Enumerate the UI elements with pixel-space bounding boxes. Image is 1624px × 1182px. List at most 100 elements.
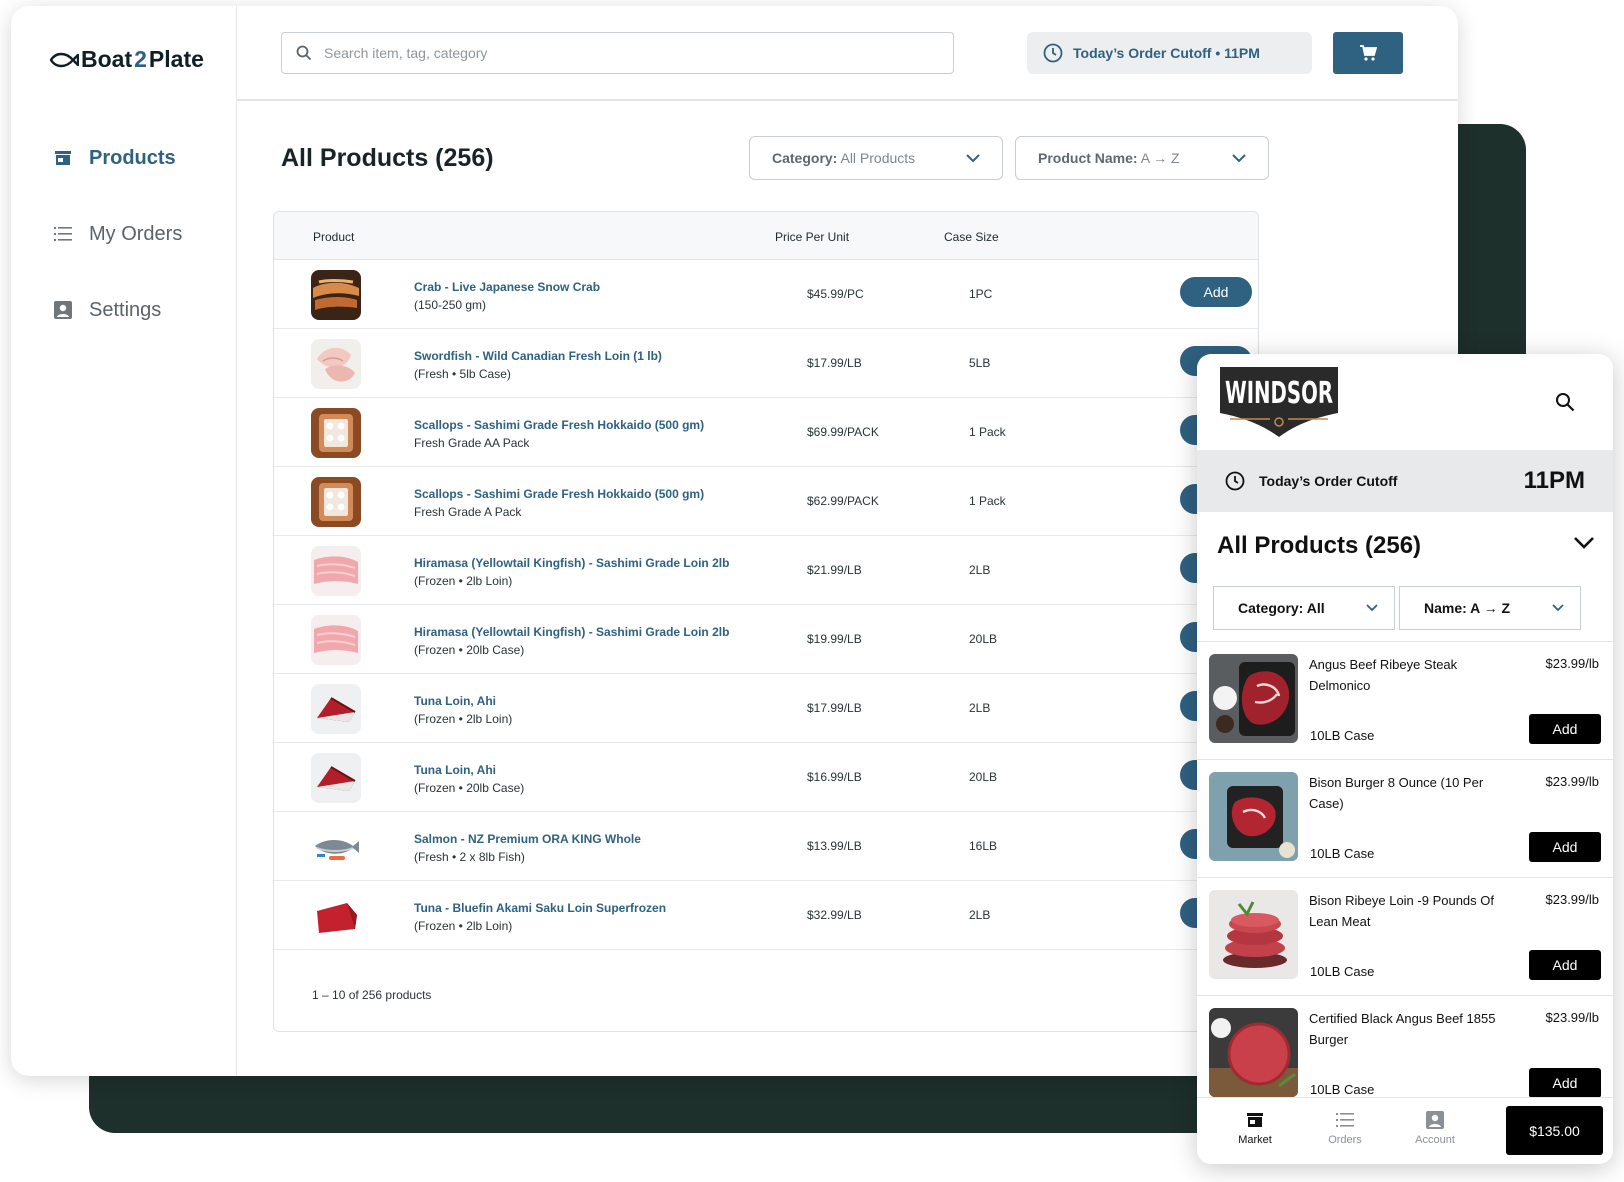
mobile-product-name[interactable]: Bison Ribeye Loin -9 Pounds Of Lean Meat	[1309, 890, 1514, 932]
product-name-link[interactable]: Tuna - Bluefin Akami Saku Loin Superfroz…	[414, 901, 666, 915]
mobile-product-price: $23.99/lb	[1545, 892, 1600, 907]
sidebar-item-label: Products	[89, 146, 176, 169]
mobile-product-price: $23.99/lb	[1545, 774, 1600, 789]
product-thumbnail	[311, 891, 361, 941]
product-subtitle: Fresh Grade AA Pack	[414, 436, 530, 450]
top-header: Today’s Order Cutoff • 11PM	[237, 6, 1458, 101]
mobile-product-case: 10LB Case	[1310, 846, 1375, 861]
category-filter-value: All Products	[840, 150, 916, 166]
product-case-size: 16LB	[969, 839, 998, 853]
product-thumbnail	[311, 753, 361, 803]
list-item: Bison Burger 8 Ounce (10 Per Case) $23.99…	[1197, 759, 1613, 877]
cart-total-button[interactable]: $135.00	[1506, 1106, 1603, 1155]
list-icon	[54, 227, 72, 241]
product-name-link[interactable]: Scallops - Sashimi Grade Fresh Hokkaido …	[414, 418, 704, 432]
logo-text-boat: Boat	[81, 46, 133, 72]
product-name-link[interactable]: Crab - Live Japanese Snow Crab	[414, 280, 600, 294]
product-subtitle: Fresh Grade A Pack	[414, 505, 522, 519]
cart-button[interactable]	[1333, 32, 1403, 74]
clock-icon	[1043, 43, 1063, 63]
fish-logo-icon	[49, 52, 79, 67]
sidebar-item-label: My Orders	[89, 222, 183, 245]
brand-logo[interactable]: Boat 2 Plate	[49, 46, 204, 73]
sidebar-item-my-orders[interactable]: My Orders	[53, 214, 182, 254]
chevron-down-icon[interactable]	[1573, 536, 1595, 550]
person-badge-icon	[1426, 1111, 1444, 1129]
mobile-name-sort-select[interactable]: Name: A → Z	[1399, 586, 1581, 630]
mobile-product-case: 10LB Case	[1310, 1082, 1375, 1097]
product-price: $16.99/LB	[807, 770, 862, 784]
search-input[interactable]	[324, 45, 924, 61]
add-to-cart-button[interactable]: Add	[1180, 277, 1252, 307]
mobile-add-button[interactable]: Add	[1529, 1068, 1601, 1098]
product-name-link[interactable]: Tuna Loin, Ahi	[414, 763, 496, 777]
person-badge-icon	[54, 301, 72, 319]
mobile-product-name[interactable]: Certified Black Angus Beef 1855 Burger	[1309, 1008, 1514, 1050]
mobile-order-cutoff: Today’s Order Cutoff 11PM	[1197, 450, 1613, 512]
product-thumbnail	[311, 615, 361, 665]
table-row: Crab - Live Japanese Snow Crab (150-250 g…	[274, 260, 1258, 329]
pagination-summary: 1 – 10 of 256 products	[312, 988, 432, 1002]
mobile-tab-bar: Market Orders Account $135.00	[1197, 1097, 1613, 1164]
product-name-link[interactable]: Tuna Loin, Ahi	[414, 694, 496, 708]
product-name-sort-select[interactable]: Product Name: A → Z	[1015, 136, 1269, 180]
product-price: $13.99/LB	[807, 839, 862, 853]
table-row: Tuna Loin, Ahi (Frozen • 20lb Case) $16.99…	[274, 743, 1258, 812]
products-table: Product Price Per Unit Case Size Crab - …	[273, 211, 1259, 1032]
tab-orders[interactable]: Orders	[1305, 1110, 1385, 1146]
table-row: Hiramasa (Yellowtail Kingfish) - Sashimi…	[274, 536, 1258, 605]
product-name-link[interactable]: Scallops - Sashimi Grade Fresh Hokkaido …	[414, 487, 704, 501]
table-body: Crab - Live Japanese Snow Crab (150-250 g…	[274, 260, 1258, 950]
product-name-link[interactable]: Salmon - NZ Premium ORA KING Whole	[414, 832, 641, 846]
product-case-size: 20LB	[969, 632, 998, 646]
product-image	[1209, 890, 1298, 979]
product-case-size: 5LB	[969, 356, 991, 370]
column-header-price: Price Per Unit	[775, 230, 850, 244]
mobile-product-list: Angus Beef Ribeye Steak Delmonico $23.99/…	[1197, 641, 1613, 1113]
product-price: $21.99/LB	[807, 563, 862, 577]
mobile-category-select[interactable]: Category: All	[1213, 586, 1395, 630]
tab-market[interactable]: Market	[1215, 1110, 1295, 1146]
mobile-product-name[interactable]: Bison Burger 8 Ounce (10 Per Case)	[1309, 772, 1514, 814]
windsor-logo: WINDSOR	[1220, 367, 1338, 437]
sidebar-item-products[interactable]: Products	[53, 138, 182, 178]
product-name-link[interactable]: Swordfish - Wild Canadian Fresh Loin (1 …	[414, 349, 662, 363]
product-name-link[interactable]: Hiramasa (Yellowtail Kingfish) - Sashimi…	[414, 556, 729, 570]
product-thumbnail	[311, 270, 361, 320]
sidebar-item-settings[interactable]: Settings	[53, 290, 182, 330]
product-price: $17.99/LB	[807, 356, 862, 370]
tab-label: Account	[1415, 1134, 1455, 1146]
chevron-down-icon	[1232, 153, 1246, 162]
list-item: Angus Beef Ribeye Steak Delmonico $23.99/…	[1197, 641, 1613, 759]
product-price: $17.99/LB	[807, 701, 862, 715]
table-row: Salmon - NZ Premium ORA KING Whole (Fresh…	[274, 812, 1258, 881]
mobile-add-button[interactable]: Add	[1529, 832, 1601, 862]
product-price: $19.99/LB	[807, 632, 862, 646]
product-thumbnail	[311, 822, 361, 872]
mobile-app-window: WINDSOR Today’s Order Cutoff 11PM All Pr…	[1197, 354, 1613, 1164]
product-price: $62.99/PACK	[807, 494, 879, 508]
mobile-product-case: 10LB Case	[1310, 728, 1375, 743]
product-image	[1209, 772, 1298, 861]
product-subtitle: (Frozen • 20lb Case)	[414, 643, 525, 657]
product-thumbnail	[311, 477, 361, 527]
mobile-add-button[interactable]: Add	[1529, 950, 1601, 980]
search-icon[interactable]	[1555, 392, 1575, 412]
sidebar-nav: Products My Orders Settings	[53, 138, 182, 366]
product-subtitle: (Frozen • 2lb Loin)	[414, 712, 513, 726]
sort-filter-text: Product Name: A → Z	[1038, 150, 1180, 166]
mobile-product-name[interactable]: Angus Beef Ribeye Steak Delmonico	[1309, 654, 1514, 696]
page-title: All Products (256)	[281, 144, 494, 172]
product-case-size: 1PC	[969, 287, 993, 301]
table-row: Scallops - Sashimi Grade Fresh Hokkaido …	[274, 467, 1258, 536]
product-name-link[interactable]: Hiramasa (Yellowtail Kingfish) - Sashimi…	[414, 625, 729, 639]
mobile-header: WINDSOR	[1197, 354, 1613, 450]
product-subtitle: (Frozen • 2lb Loin)	[414, 919, 513, 933]
product-case-size: 2LB	[969, 563, 991, 577]
mobile-add-button[interactable]: Add	[1529, 714, 1601, 744]
tab-label: Market	[1238, 1134, 1272, 1146]
mobile-product-price: $23.99/lb	[1545, 1010, 1600, 1025]
clock-icon	[1225, 471, 1245, 491]
tab-account[interactable]: Account	[1395, 1110, 1475, 1146]
category-filter-select[interactable]: Category: All Products	[749, 136, 1003, 180]
